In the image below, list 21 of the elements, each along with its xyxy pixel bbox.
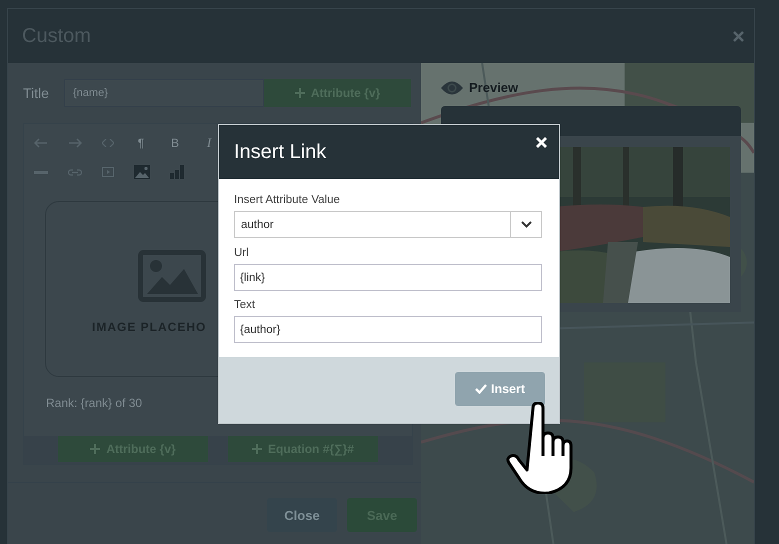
close-button[interactable]: Close [267, 498, 337, 532]
code-icon[interactable] [102, 139, 114, 147]
rank-text: Rank: {rank} of 30 [46, 396, 144, 410]
field-label: Insert Attribute Value [234, 194, 341, 206]
italic-button[interactable]: I [202, 135, 216, 151]
field-label: Title [23, 85, 50, 101]
bar-chart-icon[interactable] [170, 165, 184, 179]
link-icon[interactable] [68, 168, 82, 176]
undo-icon[interactable] [34, 138, 48, 148]
video-icon[interactable] [102, 167, 114, 177]
plus-icon [294, 88, 305, 98]
field-label: Url [234, 247, 250, 259]
paragraph-button[interactable]: ¶ [134, 136, 148, 150]
field-label: Text [234, 299, 256, 311]
bold-button[interactable]: B [168, 136, 182, 150]
image-icon[interactable] [134, 165, 150, 179]
redo-icon[interactable] [68, 138, 82, 148]
dialog-title: Insert Link [234, 140, 326, 164]
title-field[interactable]: {name} [64, 79, 264, 107]
plus-icon [90, 444, 100, 454]
plus-icon [252, 444, 262, 454]
